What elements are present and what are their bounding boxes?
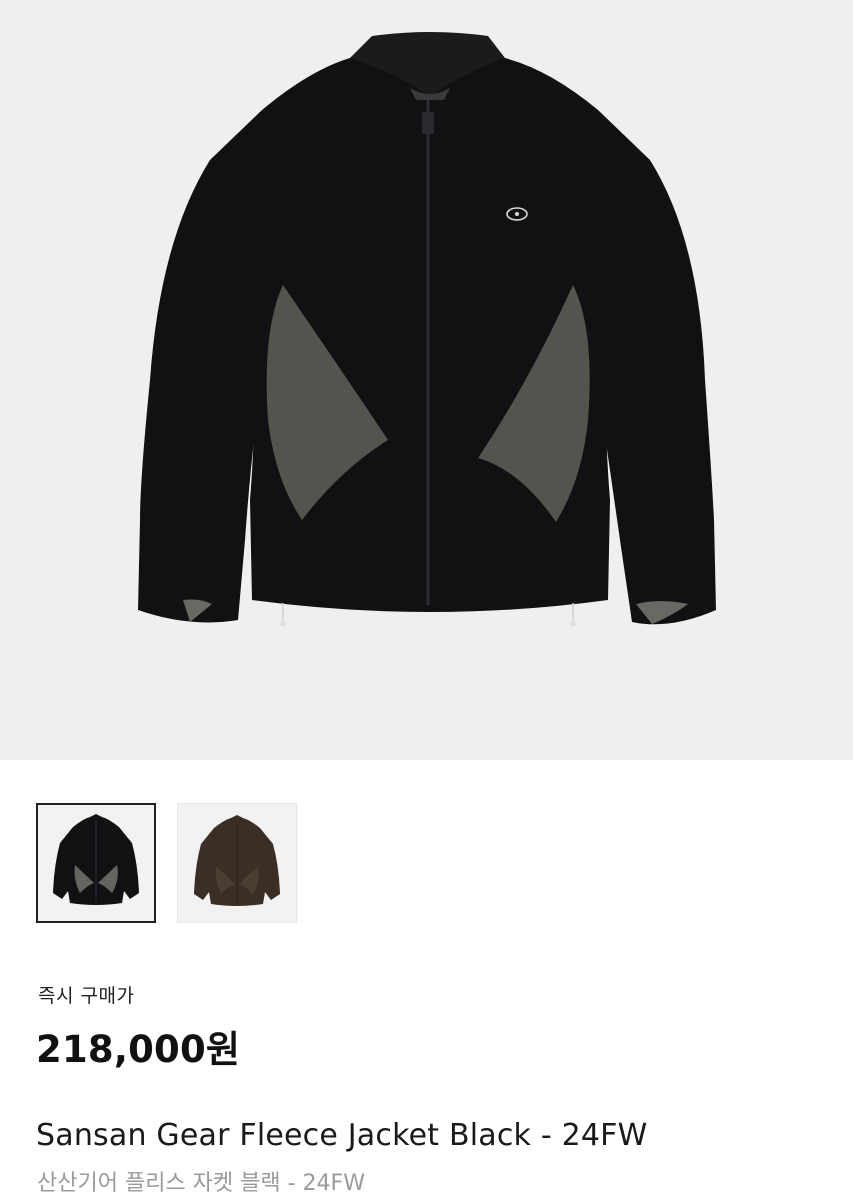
price-label: 즉시 구매가 [38, 985, 135, 1007]
product-name-en: Sansan Gear Fleece Jacket Black - 24FW [36, 1118, 648, 1153]
thumbnail-black[interactable] [36, 803, 156, 923]
product-name-ko: 산산기어 플리스 자켓 블랙 - 24FW [37, 1171, 365, 1196]
jacket-black-thumbnail [53, 814, 139, 905]
price-value: 218,000원 [36, 1028, 241, 1071]
thumbnail-brown[interactable] [177, 803, 297, 923]
product-main-image[interactable] [0, 0, 853, 760]
jacket-black-illustration [138, 32, 716, 626]
jacket-brown-thumbnail [194, 815, 280, 906]
